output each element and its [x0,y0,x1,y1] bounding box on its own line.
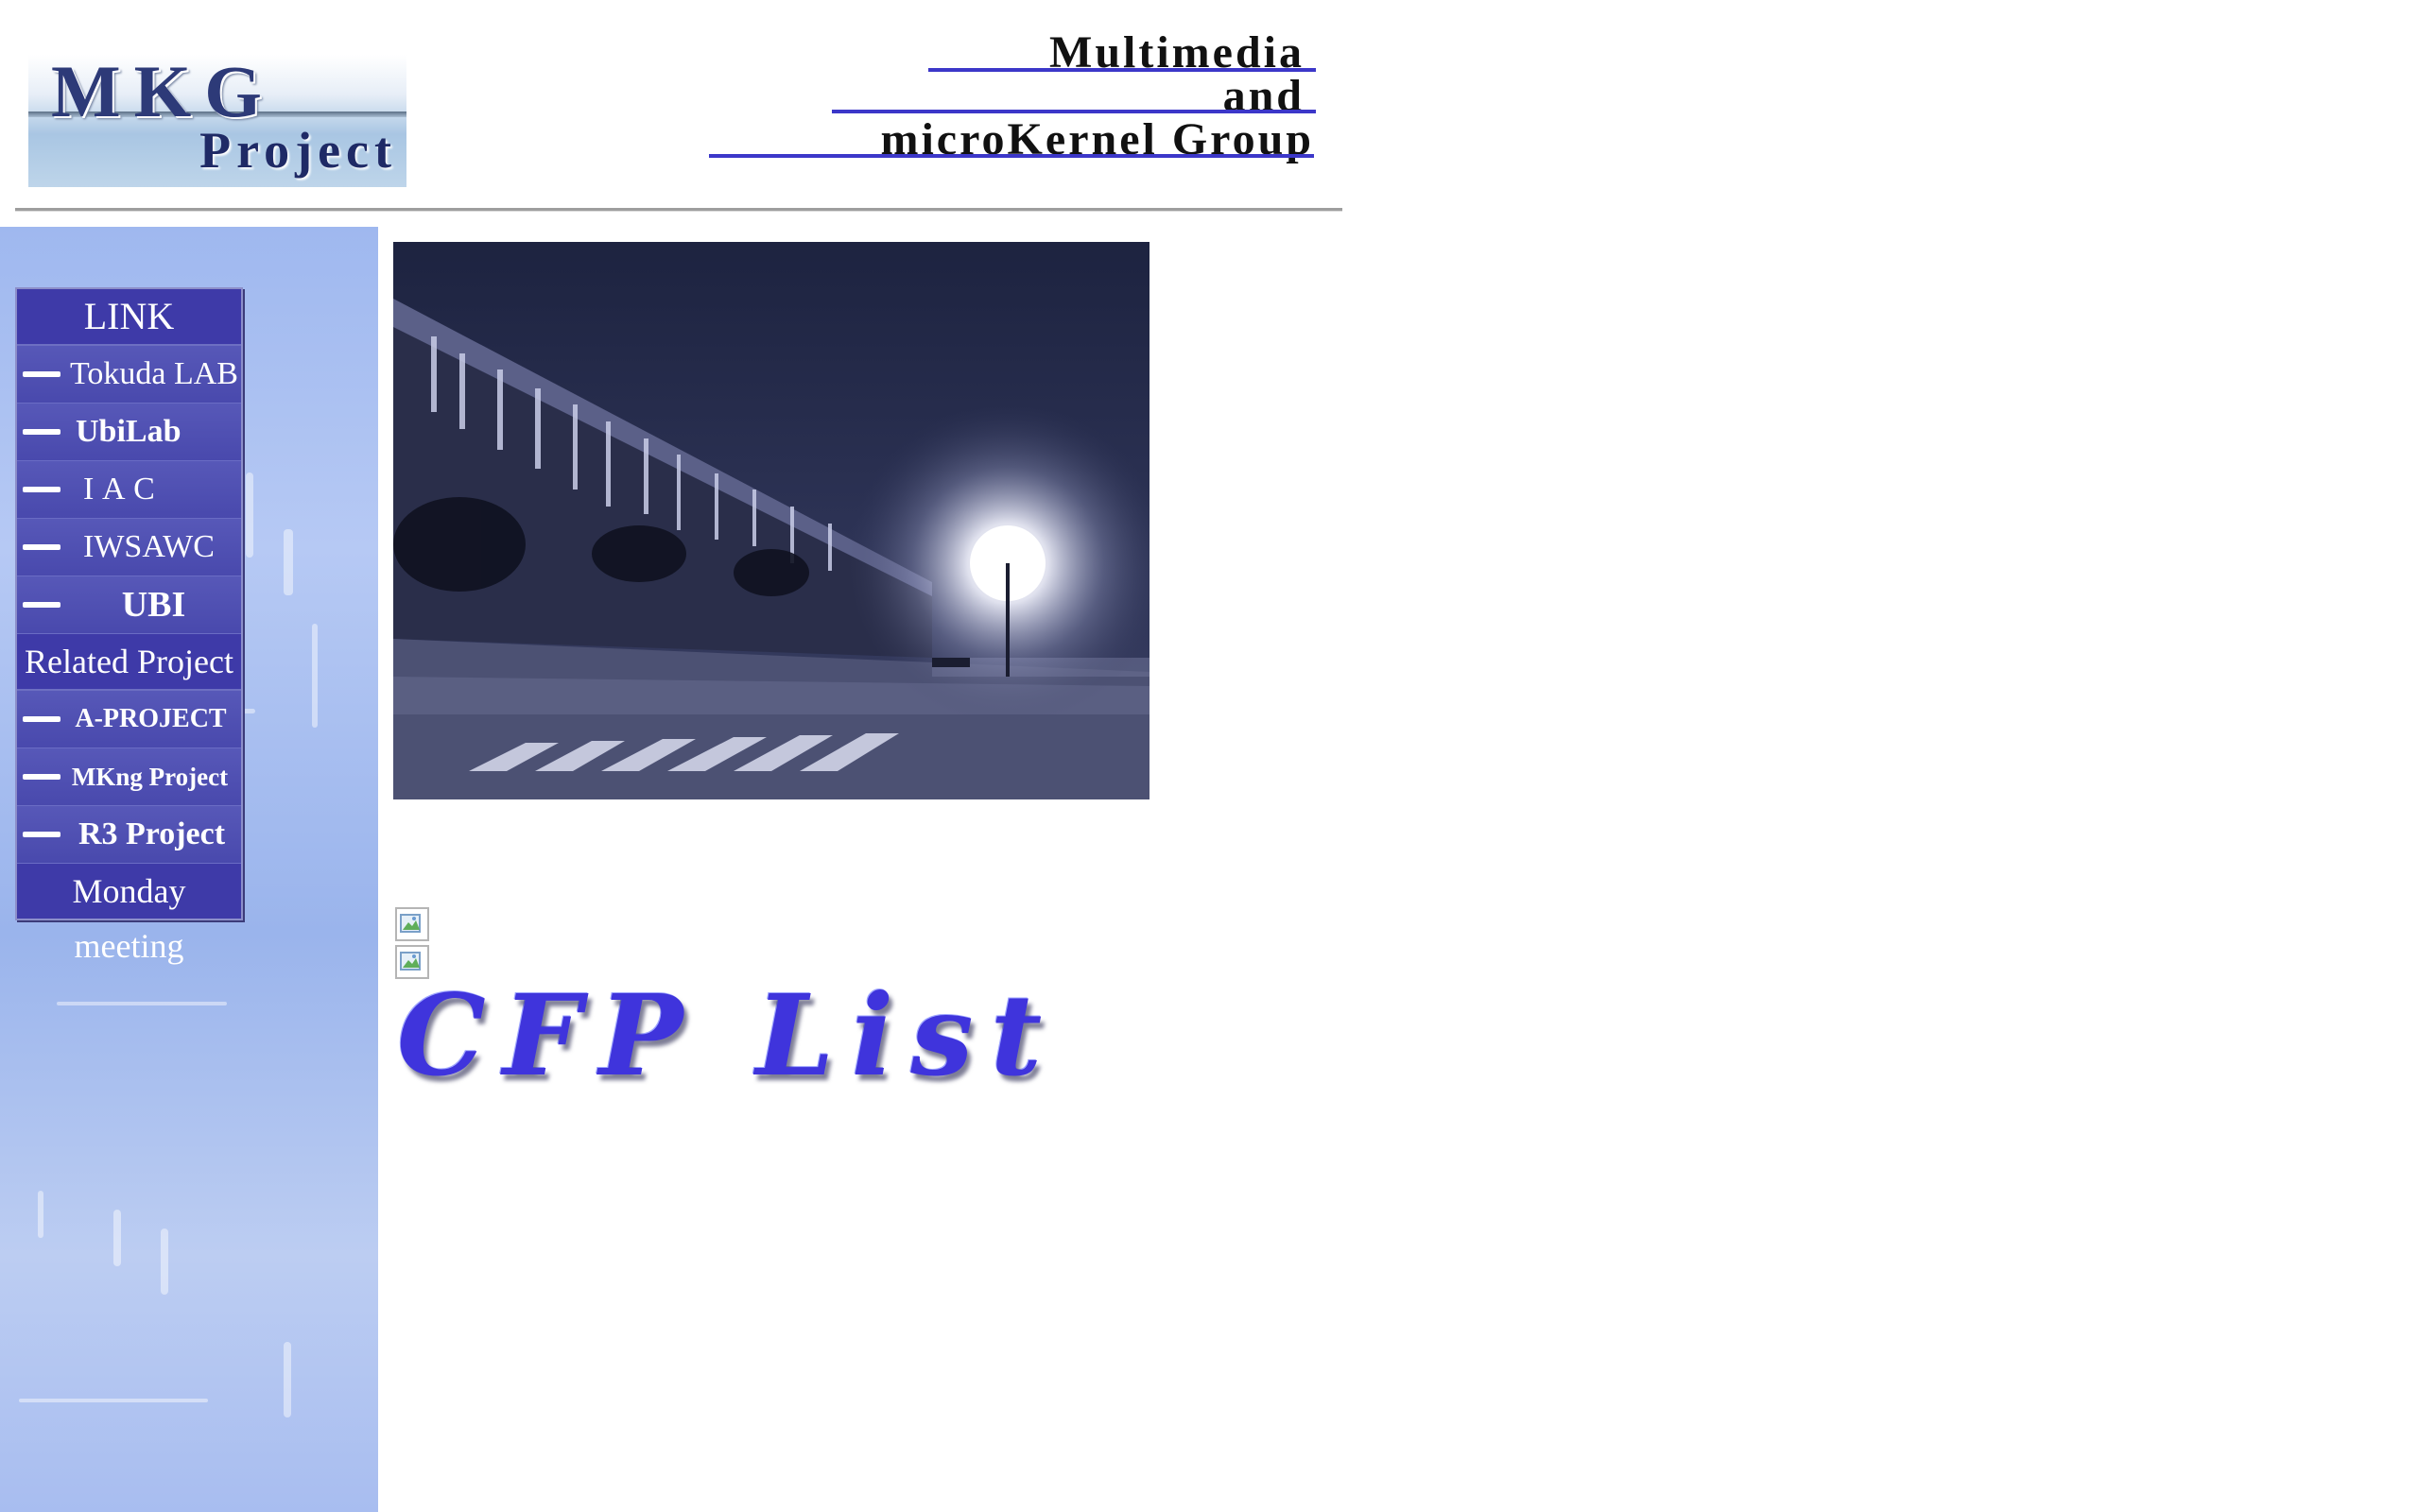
nav-item-tokuda-lab[interactable]: Tokuda LAB [17,346,241,404]
dash-icon [23,544,60,550]
nav-item-ubi[interactable]: UBI [17,576,241,634]
dash-icon [23,371,60,377]
campus-night-photo-drawing [393,242,1150,799]
nav-item-label: UBI [121,585,186,625]
nav-item-label: UbiLab [76,414,182,449]
tagline-rule-2 [832,110,1316,113]
logo-project-text: Project [199,122,397,179]
page: MKG Project Multimedia and microKernel G… [0,0,2420,1512]
sidebar-light-streak [19,1399,208,1402]
nav-header-link: LINK [17,289,241,346]
nav-link-monday-meeting[interactable]: Monday meeting [17,864,241,965]
sidebar-light-streak [246,472,253,558]
broken-image-icon-graphic [400,914,421,933]
dash-icon [23,487,60,492]
nav-item-r3-project[interactable]: R3 Project [17,806,241,864]
nav-item-label: Tokuda LAB [70,356,238,391]
nav-item-ubilab[interactable]: UbiLab [17,404,241,461]
sidebar-light-streak [284,1342,291,1418]
campus-night-photo [393,242,1150,799]
nav-item-label: MKng Project [71,763,229,791]
dash-icon [23,832,60,837]
sidebar-light-streak [38,1191,43,1238]
nav-item-iac[interactable]: I A C [17,461,241,519]
sidebar-light-streak [161,1228,168,1295]
nav-header-related-project: Related Project [17,634,241,691]
dash-icon [23,716,60,722]
dash-icon [23,602,60,608]
mkg-project-logo[interactable]: MKG Project [28,55,406,187]
nav-item-label: A-PROJECT [75,704,227,733]
nav-item-mkng-project[interactable]: MKng Project [17,748,241,806]
nav-item-iwsawc[interactable]: IWSAWC [17,519,241,576]
sidebar-light-streak [312,624,318,728]
nav-menu: LINK Tokuda LAB UbiLab I A C IWSAWC UBI … [15,287,243,965]
header-divider [15,208,1342,212]
nav-item-label: I A C [83,472,156,507]
sidebar-light-streak [57,1002,227,1005]
dash-icon [23,429,60,435]
cfp-list-title[interactable]: CFP List [397,970,1059,1101]
tagline-rule-3 [709,154,1314,158]
sidebar-light-streak [113,1210,121,1266]
nav-item-label: IWSAWC [83,529,215,564]
nav-item-label: R3 Project [78,816,226,851]
sidebar-light-streak [284,529,293,595]
dash-icon [23,774,60,780]
nav-item-a-project[interactable]: A-PROJECT [17,691,241,748]
broken-image-icon [395,907,429,941]
